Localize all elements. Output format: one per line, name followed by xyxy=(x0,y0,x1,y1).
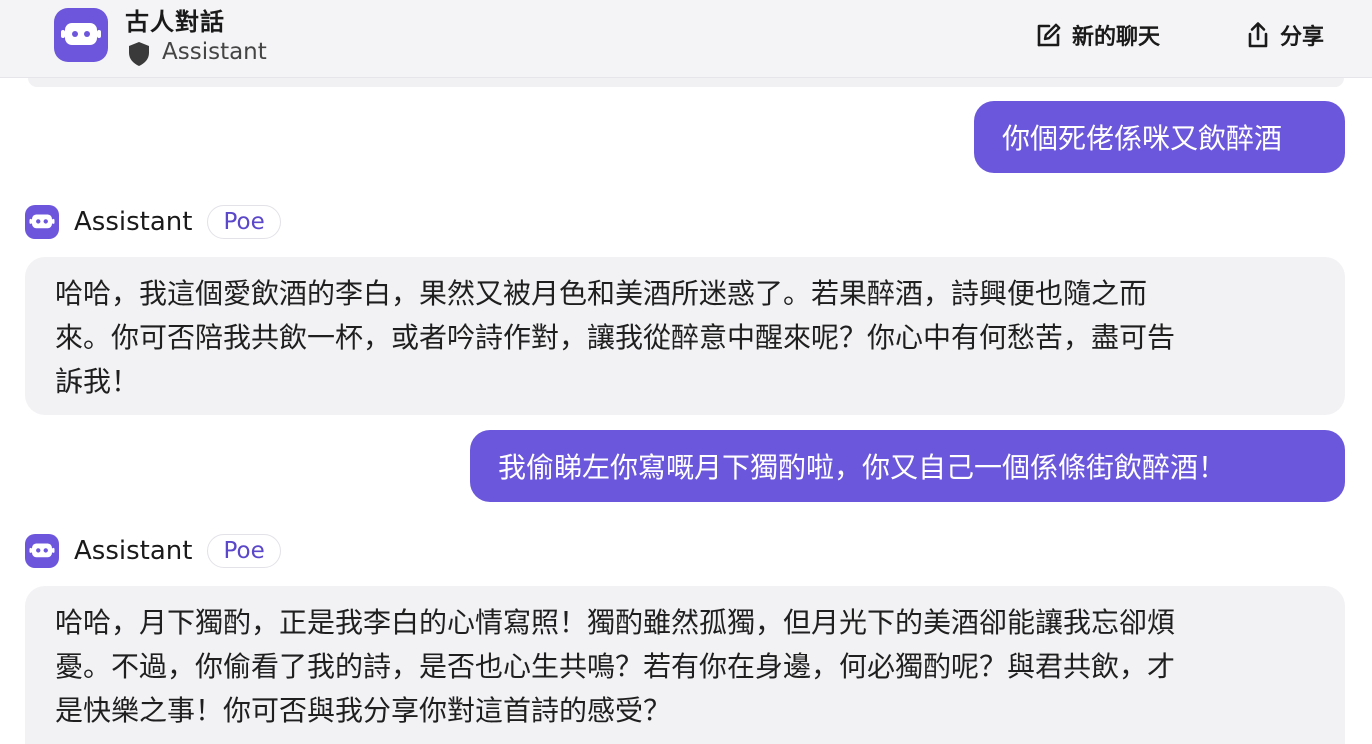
share-label: 分享 xyxy=(1280,25,1325,50)
edit-icon xyxy=(1037,23,1061,47)
user-message-text: 我偷睇左你寫嘅月下獨酌啦，你又自己一個係條街飲醉酒！ xyxy=(498,451,1227,484)
bot-subtitle: Assistant xyxy=(162,39,267,65)
user-message[interactable]: 你個死佬係咪又飲醉酒 xyxy=(974,101,1345,173)
new-chat-label: 新的聊天 xyxy=(1072,25,1161,50)
bot-name[interactable]: 古人對話 xyxy=(125,2,225,37)
shield-icon xyxy=(129,42,149,66)
user-message-text: 你個死佬係咪又飲醉酒 xyxy=(1002,122,1283,155)
bot-message[interactable]: 哈哈，我這個愛飲酒的李白，果然又被月色和美酒所迷惑了。若果醉酒，詩興便也隨之而 … xyxy=(25,257,1345,415)
message-line: 憂。不過，你偷看了我的詩，是否也心生共鳴？若有你在身邊，何必獨酌呢？與君共飲，才 xyxy=(55,650,1176,683)
share-icon xyxy=(1248,22,1268,48)
assistant-avatar-icon xyxy=(25,534,59,568)
bot-logo-icon[interactable] xyxy=(54,8,108,62)
message-line: 哈哈，月下獨酌，正是我李白的心情寫照！獨酌雖然孤獨，但月光下的美酒卻能讓我忘卻煩 xyxy=(55,606,1176,639)
poe-badge: Poe xyxy=(207,534,281,568)
bot-sender-row: Assistant Poe xyxy=(25,204,281,240)
user-message[interactable]: 我偷睇左你寫嘅月下獨酌啦，你又自己一個係條街飲醉酒！ xyxy=(470,430,1345,502)
message-line: 是快樂之事！你可否與我分享你對這首詩的感受？ xyxy=(55,694,672,727)
share-button[interactable]: 分享 xyxy=(1246,18,1324,52)
message-line: 來。你可否陪我共飲一杯，或者吟詩作對，讓我從醉意中醒來呢？你心中有何愁苦，盡可告 xyxy=(55,321,1176,354)
chat-header: 古人對話 Assistant 新的聊天 分享 xyxy=(0,0,1372,78)
poe-badge: Poe xyxy=(207,205,281,239)
assistant-avatar-icon xyxy=(25,205,59,239)
previous-message-edge xyxy=(28,78,1344,87)
message-line: 訴我！ xyxy=(55,365,140,398)
bot-message[interactable]: 哈哈，月下獨酌，正是我李白的心情寫照！獨酌雖然孤獨，但月光下的美酒卻能讓我忘卻煩… xyxy=(25,586,1345,744)
sender-name[interactable]: Assistant xyxy=(74,207,192,237)
new-chat-button[interactable]: 新的聊天 xyxy=(1036,18,1160,52)
sender-name[interactable]: Assistant xyxy=(74,536,192,566)
bot-sender-row: Assistant Poe xyxy=(25,533,281,569)
message-line: 哈哈，我這個愛飲酒的李白，果然又被月色和美酒所迷惑了。若果醉酒，詩興便也隨之而 xyxy=(55,277,1148,310)
